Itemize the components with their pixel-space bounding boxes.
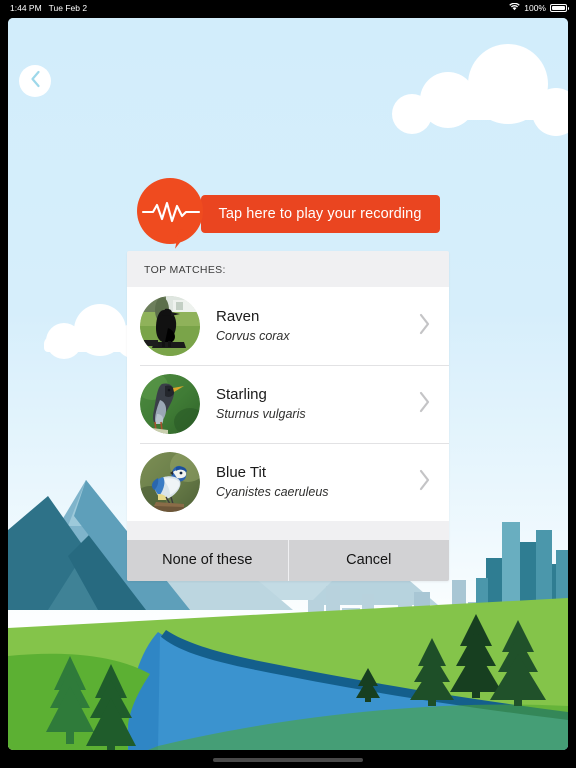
- none-of-these-button[interactable]: None of these: [127, 540, 288, 581]
- status-bar-date: Tue Feb 2: [48, 2, 88, 13]
- top-matches-card: TOP MATCHES: Raven Corvus corax Starling…: [127, 251, 449, 581]
- match-scientific-name: Corvus corax: [216, 329, 290, 344]
- status-bar-right: 100%: [509, 2, 569, 13]
- status-bar: 1:44 PM Tue Feb 2 100%: [0, 0, 576, 15]
- blue-tit-photo: [140, 452, 200, 512]
- table-row[interactable]: Raven Corvus corax: [127, 287, 449, 365]
- home-indicator[interactable]: [213, 758, 363, 762]
- sound-waveform-bubble-icon: [136, 178, 209, 251]
- match-list: Raven Corvus corax Starling Sturnus vulg…: [127, 287, 449, 521]
- wifi-icon: [509, 2, 520, 13]
- match-text: Starling Sturnus vulgaris: [216, 386, 418, 423]
- chevron-right-icon: [418, 313, 431, 340]
- table-row[interactable]: Blue Tit Cyanistes caeruleus: [127, 443, 449, 521]
- chevron-right-icon: [418, 469, 431, 496]
- chevron-right-icon: [418, 391, 431, 418]
- chevron-left-icon: [30, 70, 41, 93]
- play-recording-button[interactable]: Tap here to play your recording: [200, 195, 440, 233]
- top-matches-header: TOP MATCHES:: [127, 251, 449, 287]
- match-scientific-name: Sturnus vulgaris: [216, 407, 306, 422]
- cancel-button[interactable]: Cancel: [288, 540, 449, 581]
- card-actions: None of these Cancel: [127, 540, 449, 581]
- match-name: Starling: [216, 385, 267, 403]
- status-bar-left: 1:44 PM Tue Feb 2: [10, 3, 87, 13]
- tablet-device: 1:44 PM Tue Feb 2 100% Tap here to play …: [0, 0, 576, 768]
- match-name: Raven: [216, 307, 260, 325]
- battery-percent-label: 100%: [524, 2, 546, 13]
- back-button[interactable]: [19, 65, 51, 97]
- status-bar-time: 1:44 PM: [10, 2, 42, 13]
- table-row[interactable]: Starling Sturnus vulgaris: [127, 365, 449, 443]
- cloud-top-right: [392, 44, 568, 136]
- match-name: Blue Tit: [216, 463, 267, 481]
- play-recording-row: Tap here to play your recording: [8, 178, 568, 251]
- match-text: Blue Tit Cyanistes caeruleus: [216, 464, 418, 501]
- app-screen: Tap here to play your recording TOP MATC…: [8, 18, 568, 750]
- raven-photo: [140, 296, 200, 356]
- match-text: Raven Corvus corax: [216, 308, 418, 345]
- battery-full-icon: [550, 3, 569, 12]
- starling-photo: [140, 374, 200, 434]
- match-scientific-name: Cyanistes caeruleus: [216, 485, 329, 500]
- card-spacer: [127, 521, 449, 540]
